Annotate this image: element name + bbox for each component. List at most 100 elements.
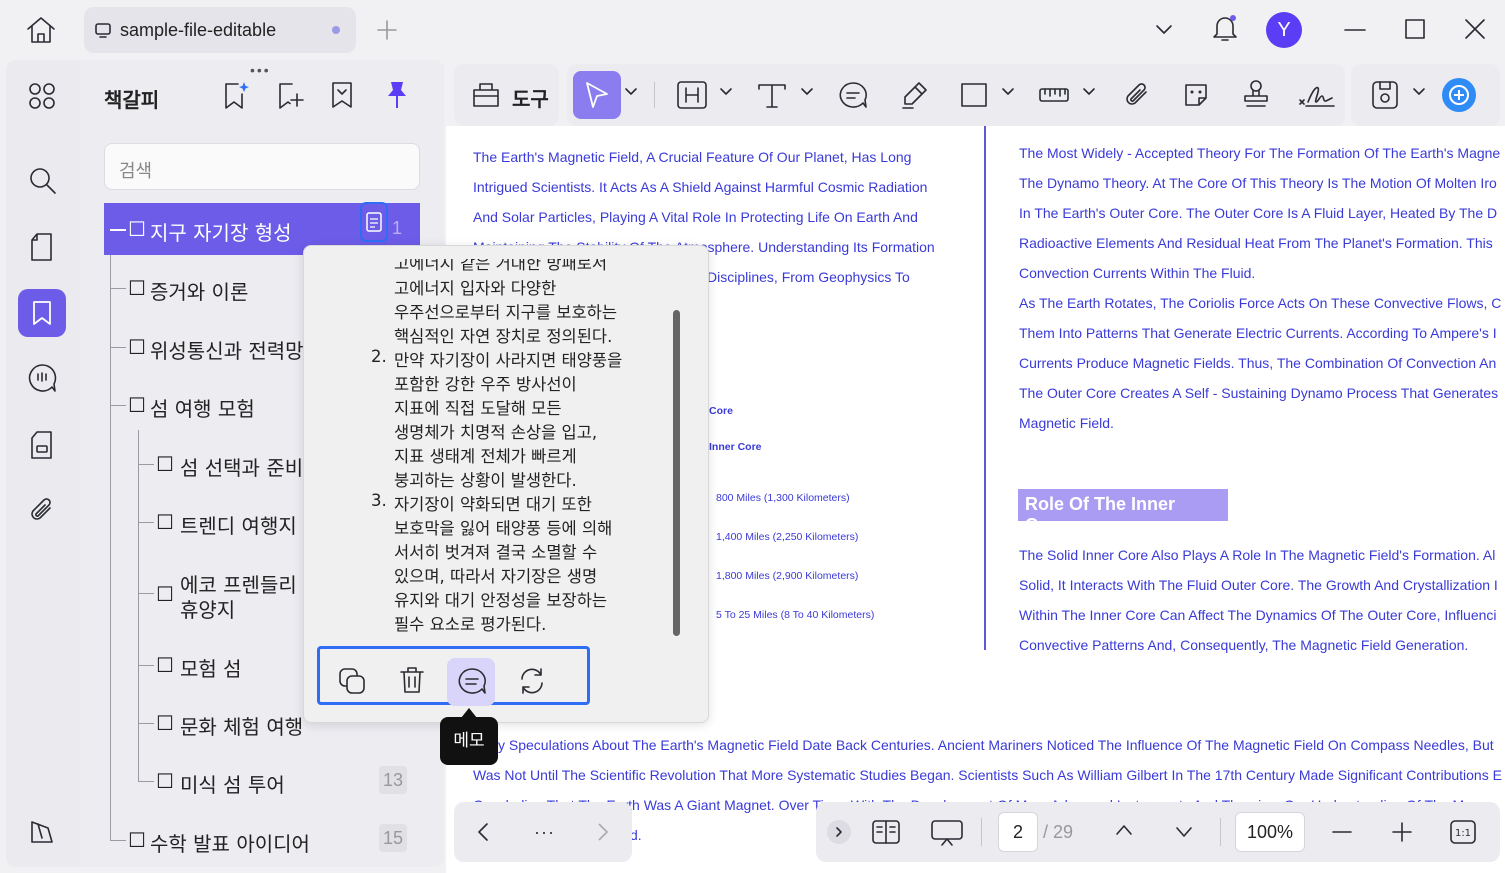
zoom-level-input[interactable]: 100% xyxy=(1235,812,1305,852)
minimize-icon[interactable] xyxy=(1344,20,1366,40)
page-layout-icon[interactable] xyxy=(871,819,901,845)
ai-assistant-icon[interactable] xyxy=(1440,76,1478,114)
pin-icon[interactable] xyxy=(384,80,410,110)
chevron-down-icon[interactable] xyxy=(800,86,814,98)
bookmark-item-label[interactable]: 미식 섬 투어 xyxy=(180,769,285,798)
bookmark-item-label[interactable]: 증거와 이론 xyxy=(150,276,248,305)
signature-icon[interactable] xyxy=(1296,80,1336,110)
bookmark-item-label[interactable]: 문화 체험 여행 xyxy=(180,711,303,740)
diagram-label: Core xyxy=(709,405,733,417)
chevron-down-icon[interactable] xyxy=(1154,22,1174,38)
form-icon[interactable] xyxy=(29,430,55,460)
zoom-out-icon[interactable] xyxy=(1332,822,1352,842)
chevron-right-icon xyxy=(834,826,844,838)
zoom-in-icon[interactable] xyxy=(1392,822,1412,842)
back-arrow-icon[interactable] xyxy=(476,822,490,842)
tree-line xyxy=(110,347,126,348)
bookmark-item-label[interactable]: 트렌디 여행지 xyxy=(180,510,297,539)
bookmark-search-input[interactable]: 검색 xyxy=(104,143,420,190)
page-number-input[interactable]: 2 xyxy=(998,812,1038,852)
bookmark-flag-icon: ☐ xyxy=(128,828,146,852)
bookmark-flag-icon: ☐ xyxy=(156,769,174,793)
column-divider xyxy=(984,126,986,650)
title-bar: sample-file-editable Y xyxy=(0,0,1505,60)
memo-list-number: 2. xyxy=(371,347,387,366)
memo-text-line: 지표에 직접 도달해 모든 xyxy=(394,399,562,418)
bell-icon[interactable] xyxy=(1210,12,1240,44)
save-icon[interactable] xyxy=(1370,79,1400,111)
attachment-icon[interactable] xyxy=(28,496,56,526)
bookmark-item-label[interactable]: 수학 발표 아이디어 xyxy=(150,828,310,857)
bookmark-item-label[interactable]: 휴양지 xyxy=(180,594,235,623)
maximize-icon[interactable] xyxy=(1404,18,1426,40)
memo-icon[interactable] xyxy=(456,666,488,696)
next-page-icon[interactable] xyxy=(1174,824,1194,840)
memo-note-icon xyxy=(366,212,382,232)
more-dots-icon[interactable]: ••• xyxy=(250,62,271,78)
diagram-label: 1,400 Miles (2,250 Kilometers) xyxy=(716,531,859,543)
bookmark-item-label[interactable]: 위성통신과 전력망 xyxy=(150,335,304,364)
stamp-icon[interactable] xyxy=(1240,78,1272,110)
comment-icon[interactable] xyxy=(26,362,58,394)
replace-icon[interactable] xyxy=(517,666,547,696)
bookmark-flag-icon: ☐ xyxy=(128,335,146,359)
ai-bookmark-icon[interactable] xyxy=(222,80,250,110)
comment-tool-icon[interactable] xyxy=(837,80,869,110)
memo-scrollbar[interactable] xyxy=(673,310,680,636)
delete-icon[interactable] xyxy=(398,665,426,695)
bookmark-item-label[interactable]: 섬 선택과 준비 xyxy=(180,452,303,481)
text-icon[interactable] xyxy=(756,80,788,110)
highlighter-icon[interactable] xyxy=(899,80,929,110)
copy-icon[interactable] xyxy=(337,666,367,696)
bookmark-flag-icon: ☐ xyxy=(128,217,146,241)
memo-text-line: 서서히 벗겨져 결국 소멸할 수 xyxy=(394,543,598,562)
more-icon[interactable]: ··· xyxy=(534,822,555,843)
sticker-icon[interactable] xyxy=(1181,80,1211,110)
forward-arrow-icon[interactable] xyxy=(596,822,610,842)
doc-text-line: Solid, It Interacts With The Fluid Outer… xyxy=(1019,577,1498,593)
doc-text-line: Magnetic Field. xyxy=(1019,415,1114,431)
doc-text-line: Them Into Patterns That Generate Electri… xyxy=(1019,325,1497,341)
rectangle-icon[interactable] xyxy=(960,82,988,108)
chevron-down-icon[interactable] xyxy=(1412,86,1426,98)
actual-size-icon[interactable]: 1:1 xyxy=(1449,819,1477,845)
search-icon[interactable] xyxy=(28,166,58,196)
chevron-down-icon[interactable] xyxy=(1001,86,1015,98)
bookmark-outline-icon[interactable] xyxy=(330,80,354,110)
doc-text-line: Radioactive Elements And Residual Heat F… xyxy=(1019,235,1493,251)
doc-text-line: The Outer Core Creates A Self - Sustaini… xyxy=(1019,385,1499,401)
tools-label: 도구 xyxy=(512,87,549,111)
memo-text-line: 자기장이 약화되면 대기 또한 xyxy=(394,495,592,514)
cursor-icon xyxy=(583,80,611,110)
total-pages: / 29 xyxy=(1043,822,1074,842)
bookmark-flag-icon: ☐ xyxy=(156,582,174,606)
avatar[interactable]: Y xyxy=(1266,12,1302,48)
home-icon[interactable] xyxy=(24,14,58,46)
chevron-down-icon[interactable] xyxy=(719,86,733,98)
prev-page-icon[interactable] xyxy=(1114,822,1134,838)
add-bookmark-icon[interactable] xyxy=(276,80,304,110)
bookmark-item-label: ☐ xyxy=(128,217,146,241)
new-tab-icon[interactable] xyxy=(376,19,398,41)
memo-text-line: 필수 요소로 평가된다. xyxy=(394,615,547,634)
tree-line xyxy=(110,405,126,406)
tree-line xyxy=(138,781,154,782)
page-icon[interactable] xyxy=(29,232,55,262)
layers-icon[interactable] xyxy=(28,818,56,846)
panel-title: 책갈피 xyxy=(104,90,160,112)
doc-text-line: Intrigued Scientists. It Acts As A Shiel… xyxy=(473,179,928,195)
attach-icon[interactable] xyxy=(1122,80,1152,110)
presentation-icon[interactable] xyxy=(930,818,964,848)
toolbar-divider xyxy=(654,82,655,108)
diagram-label: Inner Core xyxy=(709,441,762,453)
chevron-down-icon[interactable] xyxy=(624,86,638,98)
thumbnails-icon[interactable] xyxy=(28,82,56,110)
bookmark-item-label[interactable]: 모험 섬 xyxy=(180,653,242,682)
bookmark-flag-icon: ☐ xyxy=(128,393,146,417)
tree-line xyxy=(138,593,154,594)
bookmark-item-label[interactable]: 섬 여행 모험 xyxy=(150,393,255,422)
heading-icon[interactable] xyxy=(676,80,708,110)
chevron-down-icon[interactable] xyxy=(1082,86,1096,98)
close-icon[interactable] xyxy=(1464,18,1486,40)
measure-icon[interactable] xyxy=(1038,80,1070,110)
